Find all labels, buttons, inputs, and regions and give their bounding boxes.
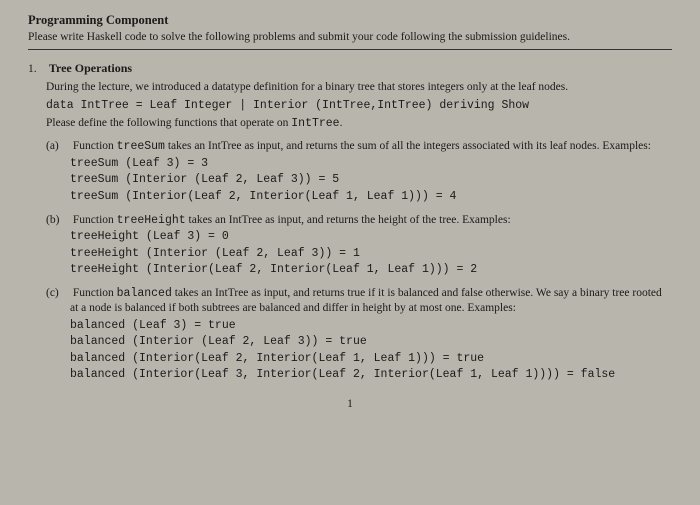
instruction-end: . [340,117,343,129]
sub-a-desc: (a) Function treeSum takes an IntTree as… [70,139,672,155]
subproblem-a: (a) Function treeSum takes an IntTree as… [70,139,672,204]
problem-title: Tree Operations [49,61,132,75]
sub-b-text1: Function [73,214,117,226]
subproblem-b: (b) Function treeHeight takes an IntTree… [70,213,672,278]
sub-b-desc: (b) Function treeHeight takes an IntTree… [70,213,672,229]
section-title: Programming Component [28,12,672,29]
problem-header: 1. Tree Operations [46,60,672,78]
sub-a-label: (a) [46,139,70,155]
sub-a-example-3: treeSum (Interior(Leaf 2, Interior(Leaf … [70,189,672,205]
section-description: Please write Haskell code to solve the f… [28,30,672,46]
divider [28,49,672,50]
sub-b-fn: treeHeight [117,214,186,227]
sub-a-fn: treeSum [117,140,165,153]
sub-c-example-4: balanced (Interior(Leaf 3, Interior(Leaf… [70,367,672,383]
sub-b-label: (b) [46,213,70,229]
sub-c-example-2: balanced (Interior (Leaf 2, Leaf 3)) = t… [70,334,672,350]
instruction-text: Please define the following functions th… [46,117,291,129]
sub-c-label: (c) [46,286,70,302]
sub-a-text2: takes an IntTree as input, and returns t… [165,140,651,152]
sub-a-text1: Function [73,140,117,152]
problem-instruction: Please define the following functions th… [46,116,672,132]
sub-b-example-1: treeHeight (Leaf 3) = 0 [70,229,672,245]
problem-intro: During the lecture, we introduced a data… [46,80,672,96]
sub-a-example-1: treeSum (Leaf 3) = 3 [70,156,672,172]
problem-block: 1. Tree Operations During the lecture, w… [46,60,672,382]
sub-c-desc: (c) Function balanced takes an IntTree a… [70,286,672,317]
sub-c-text1: Function [73,287,117,299]
sub-c-example-3: balanced (Interior(Leaf 2, Interior(Leaf… [70,351,672,367]
sub-b-example-2: treeHeight (Interior (Leaf 2, Leaf 3)) =… [70,246,672,262]
sub-c-fn: balanced [117,287,172,300]
sub-a-example-2: treeSum (Interior (Leaf 2, Leaf 3)) = 5 [70,172,672,188]
sub-c-example-1: balanced (Leaf 3) = true [70,318,672,334]
page-number: 1 [28,397,672,413]
data-definition: data IntTree = Leaf Integer | Interior (… [46,98,672,114]
sub-b-example-3: treeHeight (Interior(Leaf 2, Interior(Le… [70,262,672,278]
subproblem-c: (c) Function balanced takes an IntTree a… [70,286,672,383]
instruction-code: IntTree [291,117,339,130]
sub-b-text2: takes an IntTree as input, and returns t… [186,214,511,226]
problem-number: 1. [28,62,46,78]
